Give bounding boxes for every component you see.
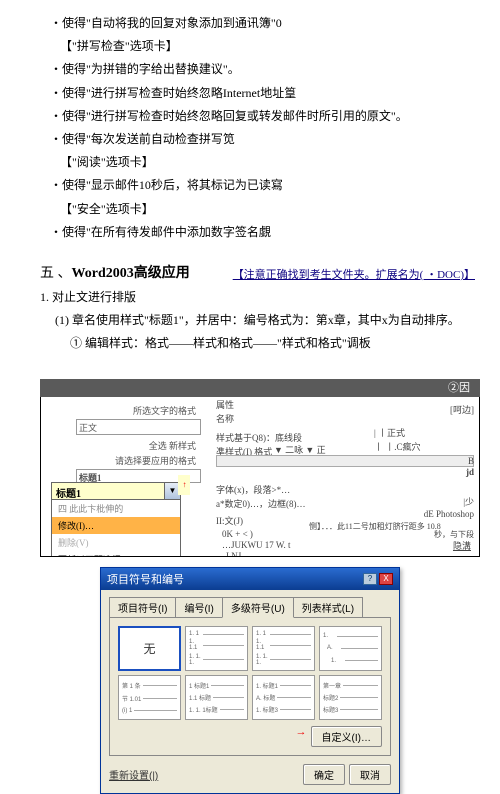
text-fragment: B xyxy=(374,456,474,466)
label: 全选 新样式 xyxy=(51,439,201,452)
bullet-item: ・使得"在所有待发邮件中添加数字签名覷 xyxy=(40,223,480,242)
menu-item-modify[interactable]: 修改(I)… xyxy=(52,517,180,534)
step-1-1: (1) 章名使用样式"标题1"，并居中：编号格式为：第x章，其中x为自动排序。 xyxy=(40,311,480,328)
reset-link[interactable]: 重新设置(|) xyxy=(109,767,168,782)
text-fragment: dE Photoshop xyxy=(374,509,474,519)
style-dropdown[interactable]: 标题1 ▼↑ xyxy=(51,482,181,500)
bullet-group: 【"阅读"选项卡】 xyxy=(40,153,480,172)
text-fragment: [呵边] xyxy=(374,403,474,416)
tab-multilevel[interactable]: 多级符号(U) xyxy=(222,597,294,618)
text-fragment: | 丨正式 xyxy=(374,426,474,439)
menu-item-delete[interactable]: 删除(V) xyxy=(52,534,180,551)
label: 属性 xyxy=(216,398,376,411)
text-fragment: ▼ 二咏 ▼ 正 xyxy=(274,443,364,456)
style-preview: 正文 xyxy=(76,419,201,435)
close-icon[interactable]: X xyxy=(379,573,393,585)
menu-item[interactable]: 四 此此卞枇伸的 xyxy=(52,500,180,517)
tab-bullets[interactable]: 项目符号(I) xyxy=(109,597,176,618)
screenshot-body: 所选文字的格式 正文 全选 新样式 请选择要应用的格式 标題1 标题1 ▼↑ 四… xyxy=(40,397,480,557)
text-fragment: 恻】．．．此11二号加租灯脐行距多 10.8 xyxy=(309,521,469,532)
bullet-group: 【"拼写检查"选项卡】 xyxy=(40,37,480,56)
dropdown-button[interactable]: ▼↑ xyxy=(164,483,180,499)
text-fragment: jd xyxy=(374,467,474,477)
section-title: 五 、Word2003高级应用 xyxy=(40,262,190,282)
section-note: 【注意正确找到考生文件夹。扩展名为( ・DOC)】 xyxy=(233,266,475,282)
help-icon[interactable]: ? X xyxy=(363,573,393,585)
text-fragment: …JUKWU 17 W. t xyxy=(216,540,376,550)
preset-cell[interactable]: 第 1 条 节 1.01 (i) 1 xyxy=(118,675,181,720)
text-fragment: 字体(x)，段落>*… xyxy=(216,483,376,496)
preset-cell[interactable]: 1. A. 1. xyxy=(319,626,382,671)
menu-item-update[interactable]: 更新以匹配选择(U) xyxy=(52,551,180,557)
dropdown-value: 标题1 xyxy=(52,483,164,499)
ok-button[interactable]: 确定 xyxy=(303,764,345,785)
bullet-item: ・使得"显示邮件10秒后，将其标记为已读寫 xyxy=(40,176,480,195)
arrow-icon: → xyxy=(296,726,307,747)
step-1: 1. 对止文进行排版 xyxy=(40,288,480,305)
preset-cell[interactable]: 1. 1 1. 1.1 1. 1. 1. xyxy=(252,626,315,671)
section-name: Word2003高级应用 xyxy=(72,266,190,281)
tab-numbering[interactable]: 编号(I) xyxy=(175,597,222,618)
bullet-group: 【"安全"选项卡】 xyxy=(40,200,480,219)
bullet-item: ・使得"自动将我的回复对象添加到通讯簿"0 xyxy=(40,14,480,33)
tab-liststyle[interactable]: 列表样式(L) xyxy=(293,597,363,618)
label: 请选择要应用的格式 xyxy=(51,454,201,467)
bullet-item: ・使得"为拼错的字给出替换建议"。 xyxy=(40,60,480,79)
cancel-button[interactable]: 取消 xyxy=(349,764,391,785)
label: 所选文字的格式 xyxy=(51,404,201,417)
preset-cell[interactable]: 1. 1 1. 1.1 1. 1. 1. xyxy=(185,626,248,671)
text-fragment: I.NJ xyxy=(216,551,376,557)
bullet-item: ・使得"每次发送前自动检查拼写笕 xyxy=(40,130,480,149)
text-fragment: a*数定0)…，边框(8)… xyxy=(216,497,376,510)
preset-none[interactable]: 无 xyxy=(118,626,181,671)
bullets-numbering-dialog: 项目符号和编号 ? X 项目符号(I) 编号(I) 多级符号(U) 列表样式(L… xyxy=(100,567,400,794)
preset-cell[interactable]: 1 标题1 1.1 标题 1. 1. 1标题 xyxy=(185,675,248,720)
text-fragment: |少 xyxy=(374,495,474,508)
bullet-item: ・使得"进行拼写检查时始终忽略回复或转发邮件时所引用的原文"。 xyxy=(40,107,480,126)
label: 名称 xyxy=(216,412,376,425)
preset-cell[interactable]: 第一章 标题2 标题3 xyxy=(319,675,382,720)
preset-cell[interactable]: 1. 标题1 A. 标题 1. 标题3 xyxy=(252,675,315,720)
step-1-1-1: ① 编辑样式：格式——样式和格式——"样式和格式"调板 xyxy=(40,334,480,351)
screenshot-header: ②因 xyxy=(40,379,480,397)
section-number: 五 、 xyxy=(40,266,72,281)
bullet-item: ・使得"进行拼写检查时始终忽略Internet地址篁 xyxy=(40,84,480,103)
customize-button[interactable]: 自定义(I)… xyxy=(311,726,382,747)
text-fragment: 丨 丨.C瘋穴 xyxy=(374,440,474,453)
tab-strip: 项目符号(I) 编号(I) 多级符号(U) 列表样式(L) xyxy=(109,597,391,618)
hide-link[interactable]: 隐溝 xyxy=(453,539,471,552)
dialog-title: 项目符号和编号 xyxy=(107,571,184,587)
dropdown-menu: 四 此此卞枇伸的 修改(I)… 删除(V) 更新以匹配选择(U) xyxy=(51,500,181,557)
